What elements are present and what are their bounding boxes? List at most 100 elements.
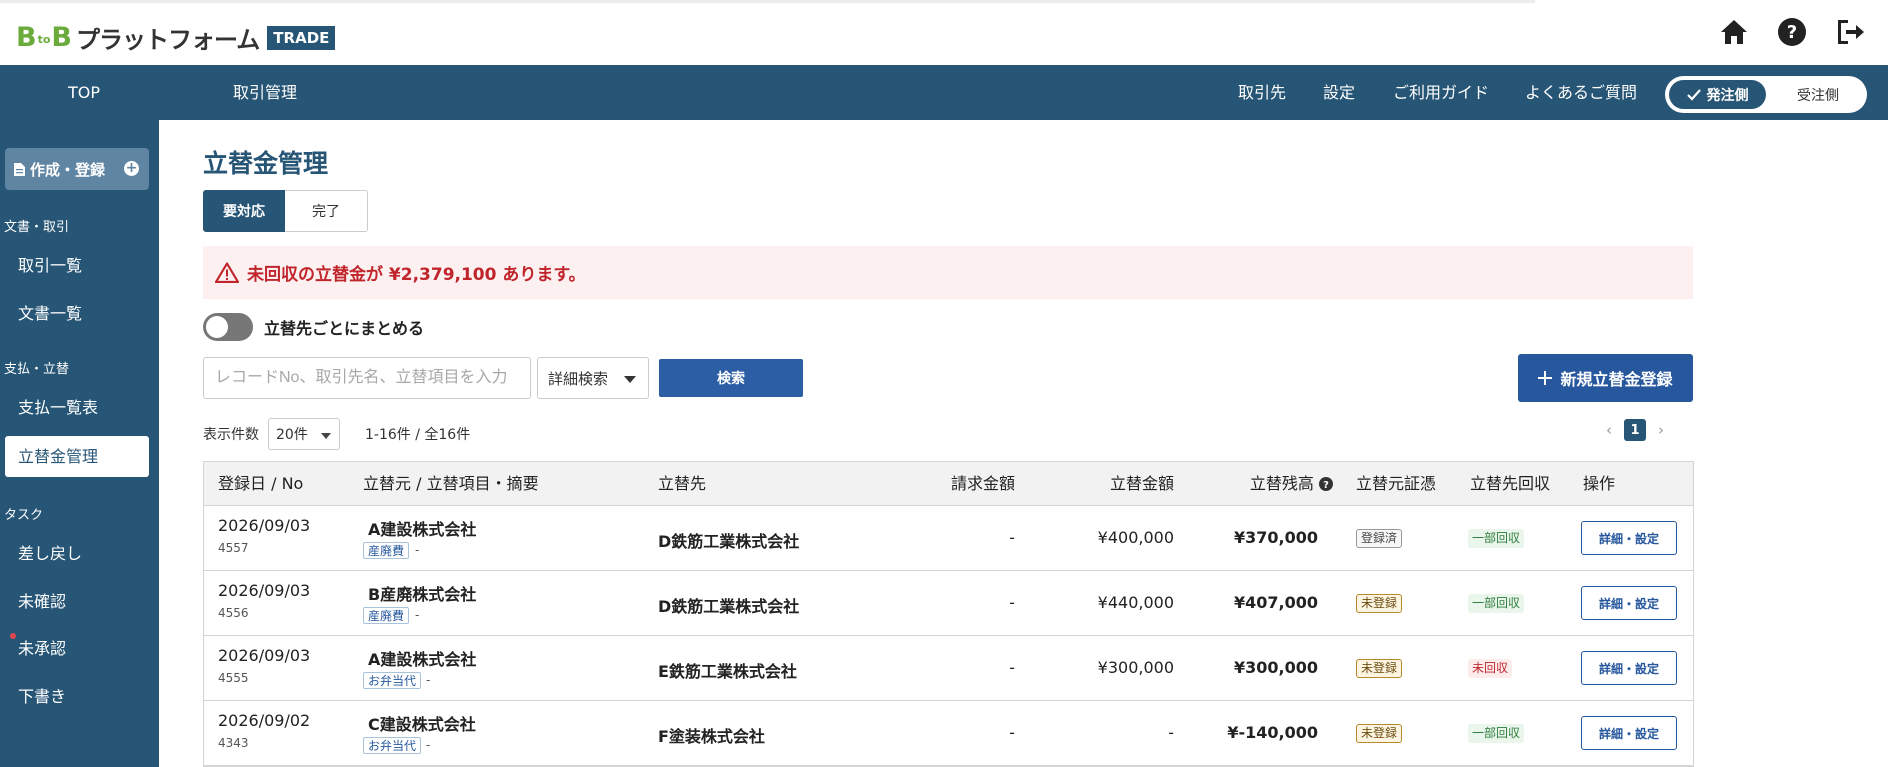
sidebar-item-documents[interactable]: 文書一覧 xyxy=(18,300,82,324)
nav-guide[interactable]: ご利用ガイド xyxy=(1393,65,1489,120)
unrecovered-alert: 未回収の立替金が ¥2,379,100 あります。 xyxy=(203,246,1693,299)
sidebar-item-unconfirmed[interactable]: 未確認 xyxy=(18,588,66,612)
sidebar-item-unapproved[interactable]: 未承認 xyxy=(18,635,66,659)
mode-toggle[interactable]: 発注側 受注側 xyxy=(1665,76,1867,113)
row-bill: - xyxy=(1009,528,1015,547)
chevron-right-icon[interactable]: › xyxy=(1658,421,1664,439)
info-icon[interactable]: ? xyxy=(1319,477,1333,491)
group-by-payee-row: 立替先ごとにまとめる xyxy=(203,313,424,341)
row-payee: E鉄筋工業株式会社 xyxy=(658,662,797,681)
detail-settings-button[interactable]: 詳細・設定 xyxy=(1581,586,1677,620)
row-amount: - xyxy=(1168,723,1174,742)
group-by-payee-label: 立替先ごとにまとめる xyxy=(264,319,425,338)
sidebar-item-advances[interactable]: 立替金管理 xyxy=(5,436,149,477)
detail-settings-button[interactable]: 詳細・設定 xyxy=(1581,651,1677,685)
page-current[interactable]: 1 xyxy=(1624,419,1646,441)
tab-action-required[interactable]: 要対応 xyxy=(203,190,285,232)
row-no: 4557 xyxy=(218,541,249,555)
table-row: 2026/09/03 4556 B産廃株式会社 産廃費 - D鉄筋工業株式会社 … xyxy=(204,571,1693,636)
create-register-label: 作成・登録 xyxy=(30,160,106,179)
nav-settings[interactable]: 設定 xyxy=(1323,65,1355,120)
per-page-select[interactable]: 20件 xyxy=(268,418,340,450)
status-tabs: 要対応 完了 xyxy=(203,190,368,232)
table-row: 2026/09/03 4557 A建設株式会社 産廃費 - D鉄筋工業株式会社 … xyxy=(204,506,1693,571)
page-title: 立替金管理 xyxy=(203,149,329,178)
sidebar: 作成・登録 + 文書・取引 取引一覧 文書一覧 支払・立替 支払一覧表 立替金管… xyxy=(0,120,159,767)
row-item-tag: 産廃費 xyxy=(363,607,410,624)
col-amount: 立替金額 xyxy=(1109,474,1174,493)
caret-down-icon xyxy=(624,376,636,383)
mode-orderer[interactable]: 発注側 xyxy=(1669,80,1766,109)
document-icon xyxy=(14,162,25,176)
row-date: 2026/09/03 xyxy=(218,646,311,665)
top-divider xyxy=(0,0,1535,3)
sidebar-section-payments: 支払・立替 xyxy=(4,362,70,377)
warning-icon xyxy=(215,262,239,283)
caret-down-icon xyxy=(321,433,331,439)
logout-icon[interactable] xyxy=(1832,14,1868,50)
row-date: 2026/09/02 xyxy=(218,711,311,730)
tab-completed[interactable]: 完了 xyxy=(285,190,368,232)
row-no: 4555 xyxy=(218,671,249,685)
row-recovery-badge: 一部回収 xyxy=(1468,529,1525,548)
nav-faq[interactable]: よくあるご質問 xyxy=(1525,65,1637,120)
detail-settings-button[interactable]: 詳細・設定 xyxy=(1581,521,1677,555)
nav-top[interactable]: TOP xyxy=(68,65,100,120)
table-row: 2026/09/02 4343 C建設株式会社 お弁当代 - F塗装株式会社 -… xyxy=(204,701,1693,766)
check-icon xyxy=(1686,88,1701,101)
col-source: 立替元 / 立替項目・摘要 xyxy=(363,474,539,493)
row-payee: F塗装株式会社 xyxy=(658,727,765,746)
per-page-label: 表示件数 xyxy=(203,427,259,443)
row-memo: - xyxy=(415,543,420,557)
col-bill: 請求金額 xyxy=(950,474,1015,493)
row-recovery-badge: 未回収 xyxy=(1468,659,1513,678)
main-nav: TOP 取引管理 取引先 設定 ご利用ガイド よくあるご質問 発注側 受注側 xyxy=(0,65,1888,120)
app-logo[interactable]: B to B プラットフォーム TRADE xyxy=(16,20,336,55)
logo-trade-badge: TRADE xyxy=(267,25,336,50)
row-bill: - xyxy=(1009,723,1015,742)
row-memo: - xyxy=(426,673,431,687)
advanced-search-label: 詳細検索 xyxy=(548,369,609,388)
row-payee: D鉄筋工業株式会社 xyxy=(658,532,800,551)
sidebar-section-tasks: タスク xyxy=(4,508,44,523)
row-balance: ¥300,000 xyxy=(1233,658,1318,677)
sidebar-item-payments[interactable]: 支払一覧表 xyxy=(18,394,98,418)
mode-contractor[interactable]: 受注側 xyxy=(1775,80,1861,109)
row-balance: ¥407,000 xyxy=(1233,593,1318,612)
nav-transactions[interactable]: 取引管理 xyxy=(233,65,297,120)
nav-clients[interactable]: 取引先 xyxy=(1238,65,1286,120)
advanced-search-dropdown[interactable]: 詳細検索 xyxy=(537,357,649,399)
logo-platform: プラットフォーム xyxy=(76,26,260,54)
row-voucher-badge: 未登録 xyxy=(1356,659,1403,678)
sidebar-item-returned[interactable]: 差し戻し xyxy=(18,540,82,564)
header-icons: ? xyxy=(1716,14,1868,50)
col-recovery: 立替先回収 xyxy=(1470,474,1551,493)
home-icon[interactable] xyxy=(1716,14,1752,50)
col-voucher: 立替元証憑 xyxy=(1356,474,1437,493)
help-icon[interactable]: ? xyxy=(1774,14,1810,50)
svg-text:?: ? xyxy=(1323,480,1329,491)
row-amount: ¥300,000 xyxy=(1097,658,1174,677)
logo-to: to xyxy=(37,33,51,46)
sidebar-item-drafts[interactable]: 下書き xyxy=(18,683,66,707)
search-button[interactable]: 検索 xyxy=(659,359,803,397)
col-date: 登録日 / No xyxy=(218,474,304,493)
chevron-left-icon[interactable]: ‹ xyxy=(1606,421,1612,439)
col-action: 操作 xyxy=(1583,474,1616,493)
top-header: B to B プラットフォーム TRADE ? xyxy=(0,0,1888,65)
table-header: 登録日 / No 立替元 / 立替項目・摘要 立替先 請求金額 立替金額 立替残… xyxy=(204,462,1693,506)
svg-text:?: ? xyxy=(1787,22,1797,43)
alert-text: 未回収の立替金が ¥2,379,100 あります。 xyxy=(247,265,586,285)
notification-dot xyxy=(10,633,16,639)
row-voucher-badge: 登録済 xyxy=(1356,529,1403,548)
group-by-payee-switch[interactable] xyxy=(203,313,253,341)
search-input[interactable] xyxy=(203,357,531,399)
sidebar-item-transactions[interactable]: 取引一覧 xyxy=(18,252,82,276)
create-register-button[interactable]: 作成・登録 + xyxy=(5,148,149,190)
row-source-company: C建設株式会社 xyxy=(368,715,476,734)
new-advance-button[interactable]: 新規立替金登録 xyxy=(1518,354,1693,402)
detail-settings-button[interactable]: 詳細・設定 xyxy=(1581,716,1677,750)
row-item-tag: 産廃費 xyxy=(363,542,410,559)
row-item-tag: お弁当代 xyxy=(363,672,422,689)
col-balance: 立替残高 ? xyxy=(1239,462,1333,506)
